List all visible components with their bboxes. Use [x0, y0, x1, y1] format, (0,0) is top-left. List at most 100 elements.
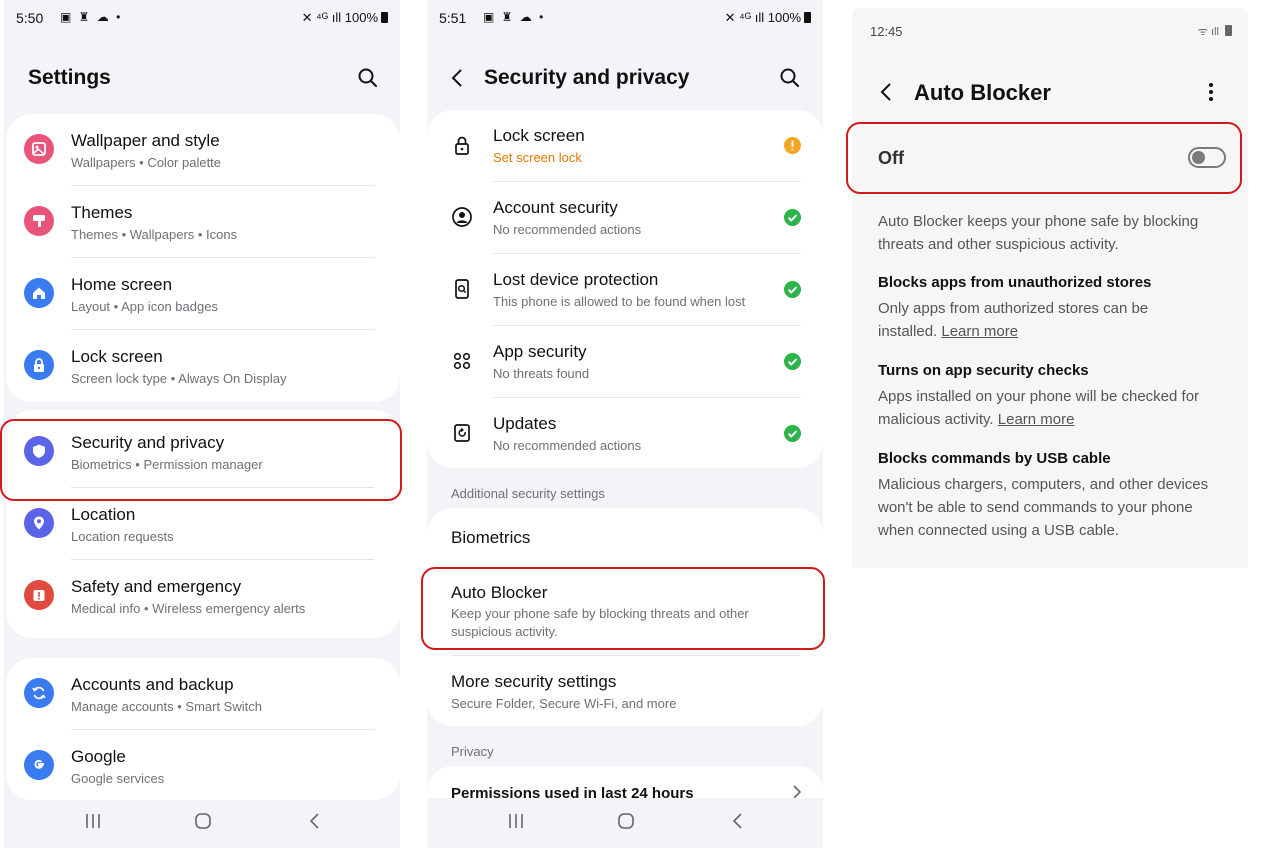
settings-item-home-screen[interactable]: Home screen Layout • App icon badges [6, 258, 400, 330]
item-label: Safety and emergency [71, 577, 242, 596]
settings-card-security: Security and privacy Biometrics • Permis… [6, 410, 400, 638]
security-status-card: Lock screen Set screen lock Account secu… [427, 110, 823, 468]
home-button-icon[interactable] [617, 812, 635, 835]
settings-item-google[interactable]: Google Google services [6, 730, 400, 802]
item-label: Lost device protection [493, 270, 659, 289]
emergency-icon [24, 580, 54, 610]
item-label: Biometrics [451, 528, 531, 547]
back-nav-icon[interactable] [306, 812, 324, 835]
item-subtitle: Secure Folder, Secure Wi-Fi, and more [451, 696, 677, 711]
wallpaper-icon [24, 134, 54, 164]
recent-apps-icon[interactable] [84, 812, 102, 835]
battery-percent: 100% [344, 10, 378, 25]
check-icon [784, 209, 801, 226]
signal-icons: ✕ ⁴ᴳ ıll [724, 10, 768, 25]
auto-blocker-toggle-row[interactable]: Off [856, 128, 1238, 188]
status-bar: 5:51 ▣ ♜ ☁ • ✕ ⁴ᴳ ıll 100% [439, 8, 811, 28]
location-pin-icon [24, 508, 54, 538]
settings-item-lock-screen[interactable]: Lock screen Screen lock type • Always On… [6, 330, 400, 402]
page-title: Auto Blocker [914, 80, 1051, 105]
toggle-switch[interactable] [1188, 147, 1226, 168]
check-icon [784, 281, 801, 298]
item-label: Google [71, 747, 126, 766]
battery-icon [381, 12, 388, 23]
security-item-account-security[interactable]: Account security No recommended actions [427, 182, 823, 254]
status-bar: 12:45 ᯤ ıll [870, 22, 1232, 42]
item-label: Themes [71, 203, 133, 222]
page-title: Settings [28, 66, 111, 89]
search-icon[interactable] [778, 66, 802, 90]
settings-screen: 5:50 ▣ ♜ ☁ • ✕ ⁴ᴳ ıll 100% Settings Wall… [4, 0, 400, 848]
feature-body: Malicious chargers, computers, and other… [878, 476, 1209, 539]
search-icon[interactable] [356, 66, 380, 90]
item-subtitle: Wallpapers • Color palette [71, 155, 222, 170]
back-arrow-icon[interactable] [447, 66, 469, 90]
item-subtitle: Google services [71, 771, 165, 786]
item-label: Auto Blocker [451, 583, 548, 602]
more-options-icon[interactable] [1206, 80, 1216, 104]
item-subtitle: Location requests [71, 529, 174, 544]
find-device-icon [451, 278, 473, 300]
settings-item-themes[interactable]: Themes Themes • Wallpapers • Icons [6, 186, 400, 258]
navigation-bar [4, 798, 400, 848]
security-item-lock-screen[interactable]: Lock screen Set screen lock [427, 110, 823, 182]
more-security-settings-item[interactable]: More security settings Secure Folder, Se… [427, 658, 823, 724]
sync-icon [24, 678, 54, 708]
item-subtitle: No threats found [493, 366, 590, 381]
item-label: More security settings [451, 672, 617, 691]
feature-body: Only apps from authorized stores can be … [878, 297, 1178, 343]
notification-icons: ▣ ♜ ☁ • [60, 10, 123, 24]
settings-card-personalization: Wallpaper and style Wallpapers • Color p… [6, 114, 400, 402]
update-icon [451, 422, 473, 444]
auto-blocker-item[interactable]: Auto Blocker Keep your phone safe by blo… [427, 568, 823, 648]
auto-blocker-description: Auto Blocker keeps your phone safe by bl… [878, 213, 1199, 253]
security-and-privacy-screen: 5:51 ▣ ♜ ☁ • ✕ ⁴ᴳ ıll 100% Security and … [427, 0, 823, 848]
item-label: Account security [493, 198, 618, 217]
status-time: 12:45 [870, 24, 903, 39]
themes-icon [24, 206, 54, 236]
item-subtitle: Keep your phone safe by blocking threats… [451, 606, 749, 639]
learn-more-link[interactable]: Learn more [998, 411, 1075, 428]
item-subtitle: Medical info • Wireless emergency alerts [71, 601, 306, 616]
feature-heading: Blocks commands by USB cable [878, 450, 1111, 467]
status-right: ✕ ⁴ᴳ ıll 100% [302, 10, 388, 26]
account-icon [451, 206, 473, 228]
notification-icons: ▣ ♜ ☁ • [483, 10, 546, 24]
lock-icon [451, 134, 473, 156]
warning-icon [784, 137, 801, 154]
item-subtitle: Screen lock type • Always On Display [71, 371, 287, 386]
lock-icon [24, 350, 54, 380]
item-label: Accounts and backup [71, 675, 234, 694]
settings-item-safety-and-emergency[interactable]: Safety and emergency Medical info • Wire… [6, 560, 400, 632]
learn-more-link[interactable]: Learn more [941, 323, 1018, 340]
item-label: Home screen [71, 275, 173, 294]
settings-item-accounts-and-backup[interactable]: Accounts and backup Manage accounts • Sm… [6, 658, 400, 730]
apps-icon [451, 350, 473, 372]
recent-apps-icon[interactable] [507, 812, 525, 835]
back-nav-icon[interactable] [729, 812, 747, 835]
home-icon [24, 278, 54, 308]
status-bar: 5:50 ▣ ♜ ☁ • ✕ ⁴ᴳ ıll 100% [16, 8, 388, 28]
check-icon [784, 425, 801, 442]
signal-icons: ✕ ⁴ᴳ ıll [301, 10, 345, 25]
settings-item-wallpaper[interactable]: Wallpaper and style Wallpapers • Color p… [6, 114, 400, 186]
biometrics-item[interactable]: Biometrics [427, 508, 823, 566]
additional-security-card: Biometrics Auto Blocker Keep your phone … [427, 508, 823, 726]
security-item-lost-device-protection[interactable]: Lost device protection This phone is all… [427, 254, 823, 326]
settings-item-security-and-privacy[interactable]: Security and privacy Biometrics • Permis… [6, 416, 400, 488]
security-item-updates[interactable]: Updates No recommended actions [427, 398, 823, 470]
item-label: Updates [493, 414, 557, 433]
section-header-privacy: Privacy [451, 744, 494, 759]
settings-card-accounts: Accounts and backup Manage accounts • Sm… [6, 658, 400, 800]
security-item-app-security[interactable]: App security No threats found [427, 326, 823, 398]
section-header-additional: Additional security settings [451, 486, 605, 501]
item-label: Location [71, 505, 136, 524]
feature-body: Apps installed on your phone will be che… [878, 385, 1223, 431]
item-subtitle: Biometrics • Permission manager [71, 457, 263, 472]
settings-item-location[interactable]: Location Location requests [6, 488, 400, 560]
item-label: Wallpaper and style [71, 131, 220, 150]
back-arrow-icon[interactable] [876, 80, 898, 104]
feature-heading: Turns on app security checks [878, 362, 1089, 379]
item-label: Security and privacy [71, 433, 225, 452]
home-button-icon[interactable] [194, 812, 212, 835]
